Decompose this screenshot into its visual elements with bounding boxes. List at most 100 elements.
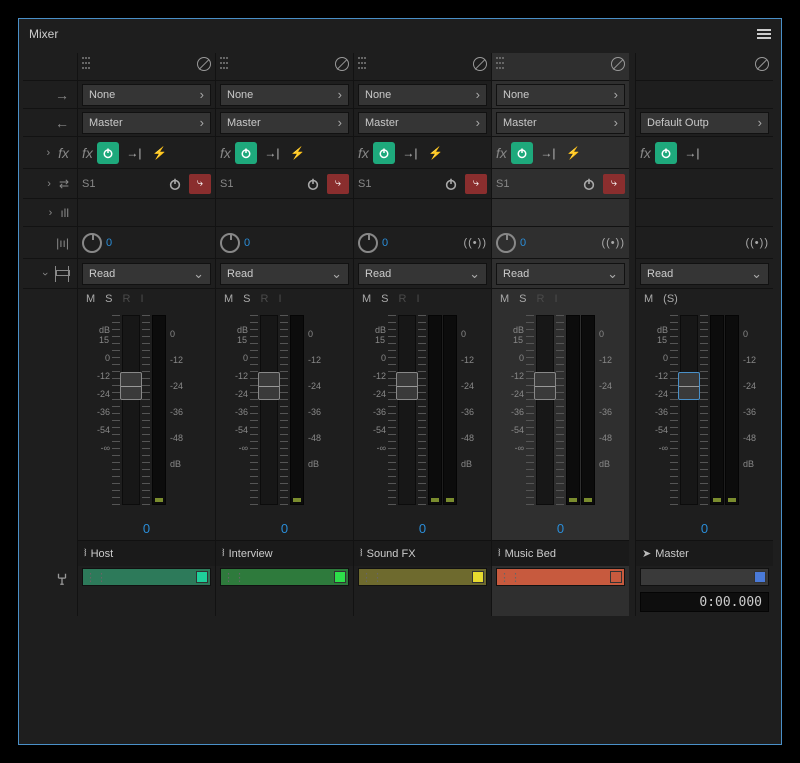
track-name-row[interactable]: ⧘⧘Interview <box>216 540 353 566</box>
record-button[interactable]: R <box>261 293 269 305</box>
pan-knob[interactable] <box>496 233 516 253</box>
fader-thumb[interactable] <box>120 372 142 400</box>
input-select[interactable]: None› <box>82 84 211 106</box>
fader-track[interactable] <box>260 315 278 505</box>
phase-invert-icon[interactable] <box>755 57 769 71</box>
output-select[interactable]: Master› <box>358 112 487 134</box>
track-color-bar[interactable]: ⋮⋮ <box>82 568 211 586</box>
send-s1-label: S1 <box>496 178 520 190</box>
input-monitor-button[interactable]: I <box>554 293 557 305</box>
automation-mode-select[interactable]: Read⌄ <box>220 263 349 285</box>
fx-power-button[interactable] <box>235 142 257 164</box>
input-monitor-button[interactable]: I <box>278 293 281 305</box>
send-post-button[interactable]: ⤷ <box>327 174 349 194</box>
stereo-monitor-icon[interactable]: ((•)) <box>601 237 625 249</box>
fx-lightning-icon[interactable]: ⚡ <box>287 142 309 164</box>
fx-lightning-icon[interactable]: ⚡ <box>425 142 447 164</box>
record-button[interactable]: R <box>537 293 545 305</box>
pan-knob[interactable] <box>82 233 102 253</box>
track-color-bar[interactable]: ⋮⋮ <box>496 568 625 586</box>
track-name-row[interactable]: ⧘⧘Sound FX <box>354 540 491 566</box>
output-select[interactable]: Master› <box>496 112 625 134</box>
fader-track[interactable] <box>398 315 416 505</box>
output-select[interactable]: Master› <box>220 112 349 134</box>
fader-track[interactable] <box>680 315 698 505</box>
mute-button[interactable]: M <box>86 293 95 305</box>
solo-button[interactable]: S <box>519 293 526 305</box>
solo-safe-button[interactable]: (S) <box>663 293 678 305</box>
stereo-monitor-icon[interactable]: ((•)) <box>463 237 487 249</box>
record-button[interactable]: R <box>123 293 131 305</box>
solo-button[interactable]: S <box>105 293 112 305</box>
fx-pre-post-icon[interactable]: →| <box>537 142 559 164</box>
fader-thumb[interactable] <box>258 372 280 400</box>
panel-menu-icon[interactable] <box>757 29 771 39</box>
fx-pre-post-icon[interactable]: →| <box>681 142 703 164</box>
fx-pre-post-icon[interactable]: →| <box>261 142 283 164</box>
fx-power-button[interactable] <box>511 142 533 164</box>
input-select[interactable]: None› <box>496 84 625 106</box>
volume-value[interactable]: 0 <box>216 517 353 540</box>
fx-power-button[interactable] <box>97 142 119 164</box>
input-monitor-button[interactable]: I <box>416 293 419 305</box>
send-post-button[interactable]: ⤷ <box>603 174 625 194</box>
input-row: None› <box>492 81 629 109</box>
mute-button[interactable]: M <box>362 293 371 305</box>
automation-mode-select[interactable]: Read⌄ <box>496 263 625 285</box>
fx-lightning-icon[interactable]: ⚡ <box>563 142 585 164</box>
phase-invert-icon[interactable] <box>611 57 625 71</box>
track-color-bar[interactable]: ⋮⋮ <box>358 568 487 586</box>
automation-mode-select[interactable]: Read⌄ <box>640 263 769 285</box>
fader-thumb[interactable] <box>396 372 418 400</box>
send-post-button[interactable]: ⤷ <box>465 174 487 194</box>
send-power-button[interactable] <box>303 174 323 194</box>
record-button[interactable]: R <box>399 293 407 305</box>
input-select[interactable]: None› <box>358 84 487 106</box>
row-label-fx[interactable]: › fx <box>23 137 77 169</box>
output-select[interactable]: Default Outp› <box>640 112 769 134</box>
automation-mode-select[interactable]: Read⌄ <box>82 263 211 285</box>
fx-power-button[interactable] <box>373 142 395 164</box>
input-monitor-button[interactable]: I <box>140 293 143 305</box>
mute-button[interactable]: M <box>224 293 233 305</box>
track-name-row[interactable]: ➤Master <box>636 540 773 566</box>
solo-button[interactable]: S <box>243 293 250 305</box>
track-name-row[interactable]: ⧘⧘Host <box>78 540 215 566</box>
row-label-bus[interactable] <box>23 566 77 594</box>
fader-track[interactable] <box>122 315 140 505</box>
row-label-auto[interactable]: › <box>23 259 77 289</box>
volume-value[interactable]: 0 <box>354 517 491 540</box>
pan-knob[interactable] <box>358 233 378 253</box>
automation-mode-select[interactable]: Read⌄ <box>358 263 487 285</box>
send-power-button[interactable] <box>165 174 185 194</box>
output-select[interactable]: Master› <box>82 112 211 134</box>
fader-thumb[interactable] <box>678 372 700 400</box>
track-color-bar[interactable]: ⋮⋮ <box>220 568 349 586</box>
fader-thumb[interactable] <box>534 372 556 400</box>
track-name-row[interactable]: ⧘⧘Music Bed <box>492 540 629 566</box>
mute-button[interactable]: M <box>500 293 509 305</box>
solo-button[interactable]: S <box>381 293 388 305</box>
phase-invert-icon[interactable] <box>197 57 211 71</box>
phase-invert-icon[interactable] <box>473 57 487 71</box>
pan-knob[interactable] <box>220 233 240 253</box>
send-post-button[interactable]: ⤷ <box>189 174 211 194</box>
phase-invert-icon[interactable] <box>335 57 349 71</box>
fx-row: fx→|⚡ <box>492 137 629 169</box>
mute-button[interactable]: M <box>644 293 653 305</box>
volume-value[interactable]: 0 <box>636 517 773 540</box>
fx-pre-post-icon[interactable]: →| <box>399 142 421 164</box>
send-power-button[interactable] <box>579 174 599 194</box>
track-color-bar[interactable] <box>640 568 769 586</box>
send-power-button[interactable] <box>441 174 461 194</box>
input-select[interactable]: None› <box>220 84 349 106</box>
row-label-sends[interactable]: › ⇄ <box>23 169 77 199</box>
fx-power-button[interactable] <box>655 142 677 164</box>
row-label-eq[interactable]: › ıll <box>23 199 77 227</box>
volume-value[interactable]: 0 <box>78 517 215 540</box>
fx-pre-post-icon[interactable]: →| <box>123 142 145 164</box>
fader-track[interactable] <box>536 315 554 505</box>
fx-lightning-icon[interactable]: ⚡ <box>149 142 171 164</box>
stereo-monitor-icon[interactable]: ((•)) <box>745 237 769 249</box>
volume-value[interactable]: 0 <box>492 517 629 540</box>
